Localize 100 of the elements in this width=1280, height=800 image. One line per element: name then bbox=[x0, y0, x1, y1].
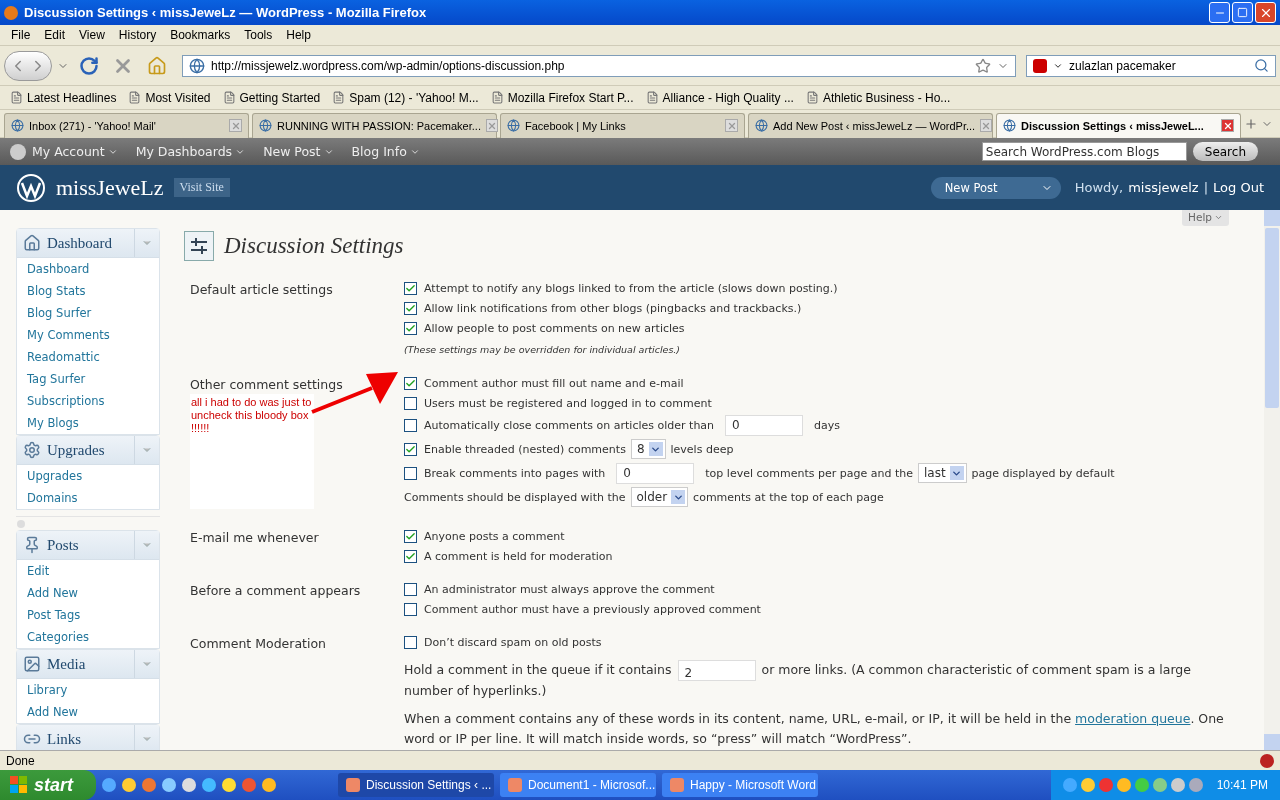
menu-group-header[interactable]: Upgrades bbox=[17, 436, 159, 465]
site-name: missJeweLz bbox=[56, 174, 164, 201]
sidebar-item[interactable]: Subscriptions bbox=[17, 390, 159, 412]
menu-item[interactable]: Edit bbox=[37, 28, 73, 42]
sidebar-item[interactable]: Post Tags bbox=[17, 604, 159, 626]
section-label: Comment Moderation bbox=[190, 636, 327, 651]
annotation-note: all i had to do was just to uncheck this bloody box !!!!!! bbox=[190, 394, 314, 509]
group-title: Upgrades bbox=[47, 441, 105, 459]
number-field[interactable]: 0 bbox=[616, 462, 695, 484]
sidebar-item[interactable]: Add New bbox=[17, 701, 159, 723]
username-link[interactable]: missjewelz bbox=[1128, 180, 1199, 195]
option-label: Enable threaded (nested) comments bbox=[424, 442, 626, 456]
sidebar-item[interactable]: Categories bbox=[17, 626, 159, 648]
bookmark[interactable]: Spam (12) - 'Yahoo! M... bbox=[326, 90, 485, 105]
menu-item[interactable]: Bookmarks bbox=[163, 28, 238, 42]
number-field[interactable]: 0 bbox=[725, 414, 804, 436]
menu-group-header[interactable]: Media bbox=[17, 650, 159, 679]
option-label: Users must be registered and logged in to comment bbox=[424, 396, 712, 410]
browser-tab[interactable]: RUNNING WITH PASSION: Pacemaker... bbox=[252, 112, 497, 138]
group-title: Media bbox=[47, 655, 86, 673]
group-title: Links bbox=[47, 730, 82, 748]
menu-group-header[interactable]: Posts bbox=[17, 531, 159, 560]
menu-group-header[interactable]: Dashboard bbox=[17, 229, 159, 258]
select-dropdown[interactable]: 8 bbox=[630, 439, 666, 459]
menu-item[interactable]: History bbox=[111, 28, 164, 42]
option-label: Don’t discard spam on old posts bbox=[424, 635, 602, 649]
visit-site-button[interactable]: Visit Site bbox=[173, 178, 230, 197]
select-dropdown[interactable]: last bbox=[917, 463, 967, 483]
bookmark[interactable]: Athletic Business - Ho... bbox=[799, 90, 957, 105]
start-button[interactable]: start bbox=[0, 770, 96, 800]
taskbar-button[interactable]: Happy - Microsoft Word bbox=[662, 773, 818, 797]
browser-tab[interactable]: Add New Post ‹ missJeweLz — WordPr... bbox=[748, 112, 993, 138]
search-field[interactable]: Search WordPress.com Blogs bbox=[981, 142, 1187, 161]
sidebar-item[interactable]: Library bbox=[17, 679, 159, 701]
window-title: Discussion Settings ‹ missJeweLz — WordPress - Mozilla Firefox bbox=[24, 5, 428, 20]
search-button[interactable]: Search bbox=[1192, 142, 1258, 161]
section-label: Other comment settings bbox=[190, 377, 343, 392]
browser-tab[interactable]: Discussion Settings ‹ missJeweL... bbox=[996, 112, 1241, 138]
bookmark[interactable]: Most Visited bbox=[122, 90, 217, 105]
address-field[interactable]: http://missjewelz.wordpress.com/wp-admin/options-discussion.php bbox=[182, 54, 1016, 77]
logout-link[interactable]: Log Out bbox=[1213, 180, 1264, 195]
menu-item[interactable]: Help bbox=[279, 28, 318, 42]
option-label: A comment is held for moderation bbox=[424, 549, 613, 563]
sidebar-item[interactable]: Domains bbox=[17, 487, 159, 509]
sidebar-item[interactable]: Tag Surfer bbox=[17, 368, 159, 390]
sidebar-item[interactable]: My Comments bbox=[17, 324, 159, 346]
option-label: Automatically close comments on articles older than bbox=[424, 418, 715, 432]
menu-item[interactable]: View bbox=[72, 28, 112, 42]
sidebar-item[interactable]: Dashboard bbox=[17, 258, 159, 280]
admin-menu-item[interactable]: Blog Info bbox=[351, 144, 420, 159]
new-post-button[interactable]: New Post bbox=[930, 176, 1061, 199]
sidebar-item[interactable]: Readomattic bbox=[17, 346, 159, 368]
sidebar-item[interactable]: Edit bbox=[17, 560, 159, 582]
paragraph-text: When a comment contains any of these words in its content, name, URL, e-mail, or IP, it will be held in the moderation queue. One word or IP per line. It will match inside words, so “press” will match “WordPress”. bbox=[404, 710, 1225, 748]
section-label: Before a comment appears bbox=[190, 583, 361, 598]
section-label: E-mail me whenever bbox=[190, 530, 319, 545]
sidebar-item[interactable]: Blog Stats bbox=[17, 280, 159, 302]
admin-menu-item[interactable]: My Account bbox=[32, 144, 118, 159]
option-label: Allow people to post comments on new articles bbox=[424, 321, 685, 335]
option-label: Comment author must have a previously approved comment bbox=[424, 602, 761, 616]
browser-tab[interactable]: Facebook | My Links bbox=[500, 112, 745, 138]
clock-text: 10:41 PM bbox=[1216, 778, 1268, 792]
select-dropdown[interactable]: older bbox=[630, 487, 689, 507]
section-label: Default article settings bbox=[190, 282, 333, 297]
option-label: Break comments into pages with bbox=[424, 466, 606, 480]
option-label: Comment author must fill out name and e-mail bbox=[424, 376, 684, 390]
help-button[interactable]: Help bbox=[1182, 210, 1229, 226]
menu-group-header[interactable]: Links bbox=[17, 725, 159, 750]
taskbar-button[interactable]: Discussion Settings ‹ ... bbox=[338, 773, 494, 797]
status-text: Done bbox=[6, 753, 35, 768]
number-field[interactable]: 2 bbox=[677, 660, 756, 681]
option-label: top level comments per page and the bbox=[705, 466, 913, 480]
option-label: Allow link notifications from other blogs (pingbacks and trackbacks.) bbox=[424, 301, 802, 315]
option-label: An administrator must always approve the comment bbox=[424, 582, 715, 596]
paragraph-text: Hold a comment in the queue if it contains 2 or more links. (A common characteristic of comment spam is a large number of hyperlinks.) bbox=[404, 660, 1192, 700]
option-label: levels deep bbox=[670, 442, 734, 456]
admin-menu-item[interactable]: New Post bbox=[263, 144, 334, 159]
sidebar-item[interactable]: Add New bbox=[17, 582, 159, 604]
menu-item[interactable]: File bbox=[4, 28, 38, 42]
bookmark[interactable]: Alliance - High Quality ... bbox=[639, 90, 800, 105]
option-label: Comments should be displayed with the bbox=[404, 490, 626, 504]
option-label: page displayed by default bbox=[971, 466, 1115, 480]
option-label: Anyone posts a comment bbox=[424, 529, 565, 543]
search-field[interactable]: zulazlan pacemaker bbox=[1026, 54, 1276, 77]
bookmark[interactable]: Mozilla Firefox Start P... bbox=[484, 90, 640, 105]
sidebar-item[interactable]: My Blogs bbox=[17, 412, 159, 434]
option-label: Attempt to notify any blogs linked to from the article (slows down posting.) bbox=[424, 281, 838, 295]
sidebar-item[interactable]: Upgrades bbox=[17, 465, 159, 487]
taskbar-button[interactable]: Document1 - Microsof... bbox=[500, 773, 656, 797]
browser-tab[interactable]: Inbox (271) - 'Yahoo! Mail' bbox=[4, 112, 249, 138]
admin-menu-item[interactable]: My Dashboards bbox=[135, 144, 246, 159]
sidebar-item[interactable]: Blog Surfer bbox=[17, 302, 159, 324]
bookmark[interactable]: Latest Headlines bbox=[4, 90, 123, 105]
greeting-text: Howdy, bbox=[1074, 180, 1124, 195]
note-text: (These settings may be overridden for individual articles.) bbox=[404, 343, 681, 355]
bookmark[interactable]: Getting Started bbox=[216, 90, 327, 105]
menu-item[interactable]: Tools bbox=[237, 28, 280, 42]
page-title: Discussion Settings bbox=[224, 233, 405, 259]
option-label: comments at the top of each page bbox=[693, 490, 884, 504]
separator-text: | bbox=[1203, 180, 1209, 195]
